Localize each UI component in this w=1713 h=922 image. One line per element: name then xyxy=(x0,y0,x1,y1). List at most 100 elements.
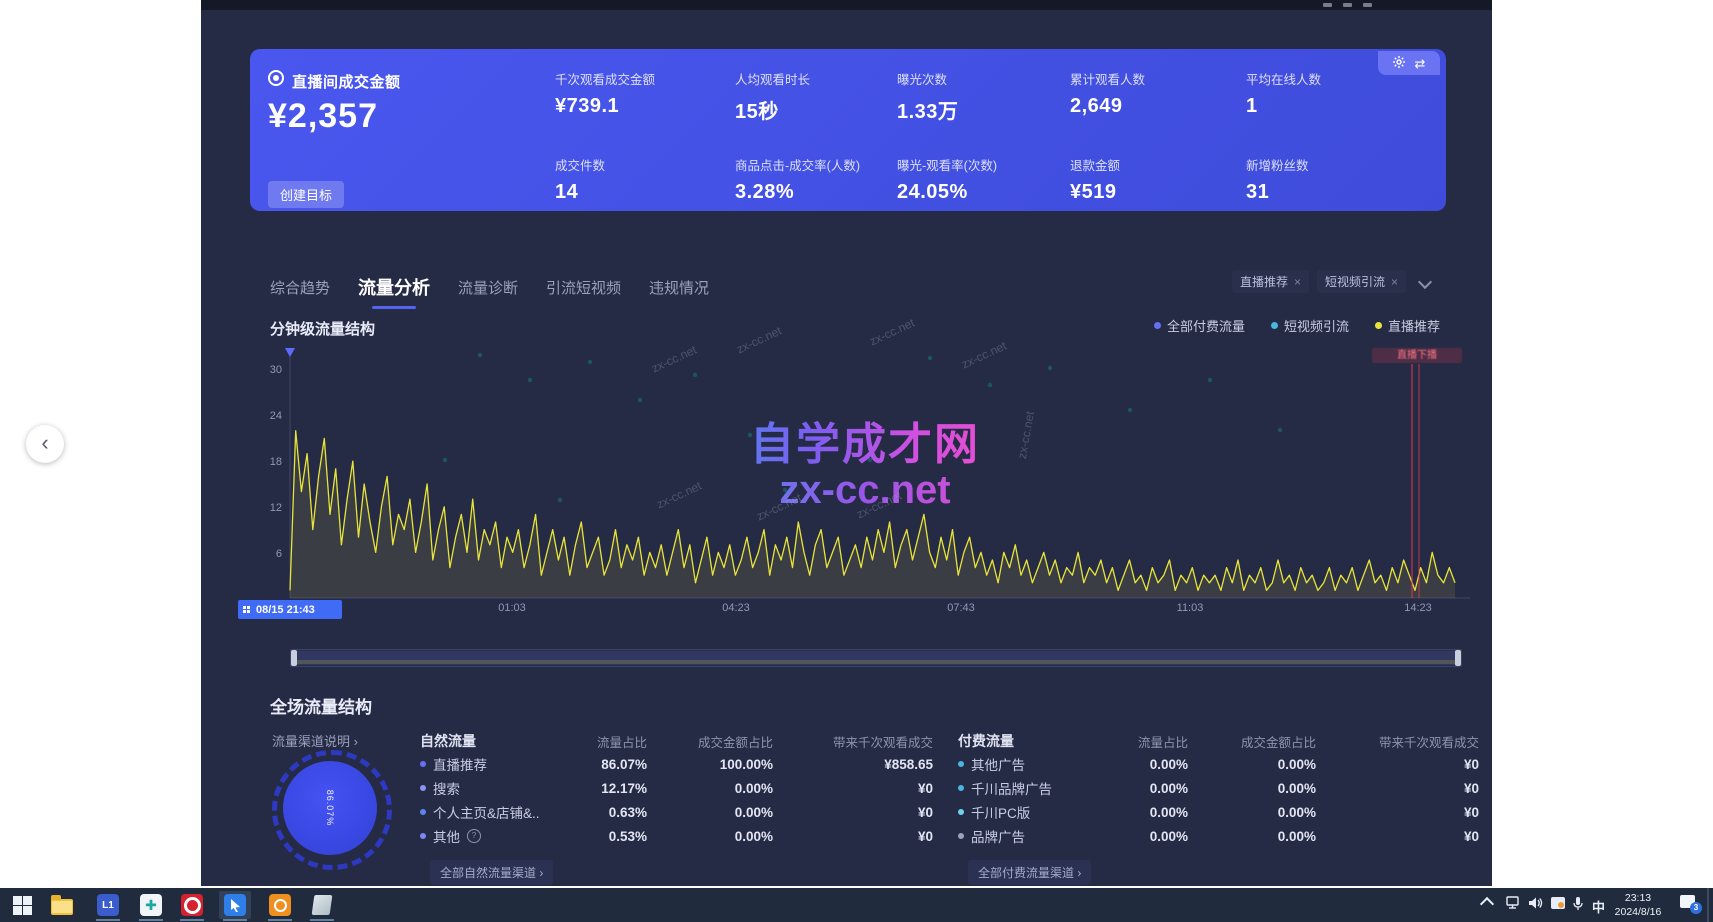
taskbar-app-teal[interactable]: ✚ xyxy=(137,891,165,919)
channel-name: 千川品牌广告 xyxy=(971,778,1052,798)
tab-流量分析[interactable]: 流量分析 xyxy=(358,274,430,300)
taskbar-app-l1[interactable]: L1 xyxy=(94,891,122,919)
kpi-metric-value: 3.28% xyxy=(735,181,905,204)
legend-item[interactable]: 短视频引流 xyxy=(1271,316,1349,335)
donut-center-label: 86.07% xyxy=(325,790,335,827)
flow-share: 0.53% xyxy=(592,829,647,844)
y-axis-tick-label: 6 xyxy=(242,548,282,560)
running-app-indicator xyxy=(268,919,292,921)
brush-handle-right[interactable] xyxy=(1455,650,1461,666)
legend-label: 全部付费流量 xyxy=(1167,316,1245,335)
running-app-indicator xyxy=(180,919,204,921)
brush-handle-left[interactable] xyxy=(291,650,297,666)
kpi-metric-label: 千次观看成交金额 xyxy=(555,69,725,88)
kpi-metric-value: 31 xyxy=(1246,181,1416,204)
legend-dot xyxy=(1154,322,1161,329)
taskbar-app-cursor-active[interactable] xyxy=(219,891,251,919)
ime-indicator[interactable]: 中 xyxy=(1592,897,1605,916)
teal-app-icon: ✚ xyxy=(140,894,162,916)
traffic-donut-chart: 86.07% xyxy=(270,748,394,872)
kpi-metric-value: ¥739.1 xyxy=(555,95,725,118)
network-icon[interactable] xyxy=(1506,896,1522,913)
kpi-metric: 成交件数14 xyxy=(555,155,725,204)
window-controls-icon[interactable] xyxy=(1343,3,1352,7)
taskbar-app-orange[interactable] xyxy=(266,891,294,919)
notification-center-icon[interactable]: 3 xyxy=(1680,895,1698,911)
all-natural-channels-link[interactable]: 全部自然流量渠道 › xyxy=(430,860,553,885)
channel-name: 其他广告 xyxy=(971,754,1025,774)
flow-share: 0.00% xyxy=(1118,757,1188,772)
timeline-brush[interactable] xyxy=(290,649,1462,667)
kpi-metric: 曝光次数1.33万 xyxy=(897,69,1067,124)
windows-logo-icon xyxy=(13,896,32,915)
x-axis-tick-label: 11:03 xyxy=(1155,602,1225,614)
calendar-grid-icon xyxy=(243,606,251,614)
start-button[interactable] xyxy=(8,891,36,919)
column-header: 付费流量 xyxy=(958,731,1118,751)
prev-button[interactable]: ‹ xyxy=(26,425,64,463)
file-explorer-button[interactable] xyxy=(48,891,76,919)
y-axis-tick-label: 24 xyxy=(242,410,282,422)
channel-name: 千川PC版 xyxy=(971,802,1030,822)
all-paid-channels-link[interactable]: 全部付费流量渠道 › xyxy=(968,860,1091,885)
channel-bullet xyxy=(958,785,964,791)
legend-dot xyxy=(1375,322,1382,329)
show-desktop-button[interactable] xyxy=(1707,888,1709,922)
legend-item[interactable]: 直播推荐 xyxy=(1375,316,1440,335)
notification-count-badge: 3 xyxy=(1690,902,1702,914)
tray-chevron-up-icon[interactable] xyxy=(1482,899,1492,909)
kpi-metric: 累计观看人数2,649 xyxy=(1070,69,1240,118)
kpi-metric-label: 平均在线人数 xyxy=(1246,69,1416,88)
taskbar-app-red[interactable] xyxy=(178,891,206,919)
x-axis-tick-label: 07:43 xyxy=(926,602,996,614)
create-goal-button[interactable]: 创建目标 xyxy=(268,181,344,208)
flow-share: 0.63% xyxy=(592,805,647,820)
dashboard-window: 直播间成交金额 ¥2,357 创建目标 ⇄ 千次观看成交金额¥739.1人均观看… xyxy=(201,0,1492,886)
per-1k-views-gmv: ¥0 xyxy=(773,829,933,844)
info-icon[interactable]: ? xyxy=(467,829,481,843)
microphone-icon[interactable] xyxy=(1572,896,1584,914)
window-controls-icon[interactable] xyxy=(1323,3,1332,7)
kpi-metric-value: 1.33万 xyxy=(897,95,1067,124)
running-app-indicator xyxy=(223,919,247,921)
flow-share: 0.00% xyxy=(1118,781,1188,796)
kpi-metric-value: 1 xyxy=(1246,95,1416,118)
x-axis-start-label: 08/15 21:43 xyxy=(238,600,342,619)
legend-item[interactable]: 全部付费流量 xyxy=(1154,316,1245,335)
screenshot-tool-icon[interactable] xyxy=(1550,896,1566,913)
column-header: 自然流量 xyxy=(420,731,592,751)
swap-icon[interactable]: ⇄ xyxy=(1415,57,1426,70)
chip-close-icon[interactable]: × xyxy=(1294,275,1301,289)
gear-icon[interactable] xyxy=(1393,56,1405,70)
column-header: 带来千次观看成交 xyxy=(1316,732,1479,751)
minute-traffic-chart: 302418126 08/15 21:43 01:0304:2307:4311:… xyxy=(230,340,1475,675)
channel-filter-select[interactable]: 直播推荐× 短视频引流× xyxy=(1232,270,1430,293)
kpi-metric: 平均在线人数 1 xyxy=(1246,69,1416,118)
brush-selected-range[interactable] xyxy=(297,651,1455,665)
clock[interactable]: 23:13 2024/8/16 xyxy=(1608,892,1668,919)
speaker-icon[interactable] xyxy=(1528,896,1544,913)
taskbar-app-notes[interactable] xyxy=(308,891,336,919)
per-1k-views-gmv: ¥0 xyxy=(773,781,933,796)
tab-流量诊断[interactable]: 流量诊断 xyxy=(458,277,518,298)
kpi-metric: 曝光-观看率(次数) 24.05% xyxy=(897,155,1067,204)
kpi-metric-label: 新增粉丝数 xyxy=(1246,155,1416,174)
column-header: 带来千次观看成交 xyxy=(773,732,933,751)
table-row: 品牌广告0.00%0.00%¥0 xyxy=(958,824,1479,848)
tab-综合趋势[interactable]: 综合趋势 xyxy=(270,277,330,298)
running-app-indicator xyxy=(310,919,334,921)
tab-引流短视频[interactable]: 引流短视频 xyxy=(546,277,621,298)
channel-bullet xyxy=(420,761,426,767)
tab-违规情况[interactable]: 违规情况 xyxy=(649,277,709,298)
window-controls-icon[interactable] xyxy=(1363,3,1372,7)
kpi-metric-label: 曝光-观看率(次数) xyxy=(897,155,1067,174)
filter-chip[interactable]: 短视频引流× xyxy=(1317,270,1406,293)
per-1k-views-gmv: ¥0 xyxy=(1316,781,1479,796)
filter-chip[interactable]: 直播推荐× xyxy=(1232,270,1309,293)
per-1k-views-gmv: ¥858.65 xyxy=(773,757,933,772)
chip-close-icon[interactable]: × xyxy=(1391,275,1398,289)
kpi-metric-value: 24.05% xyxy=(897,181,1067,204)
kpi-metric: 千次观看成交金额 ¥739.1 xyxy=(555,69,725,118)
per-1k-views-gmv: ¥0 xyxy=(1316,757,1479,772)
chevron-down-icon[interactable] xyxy=(1418,274,1432,288)
